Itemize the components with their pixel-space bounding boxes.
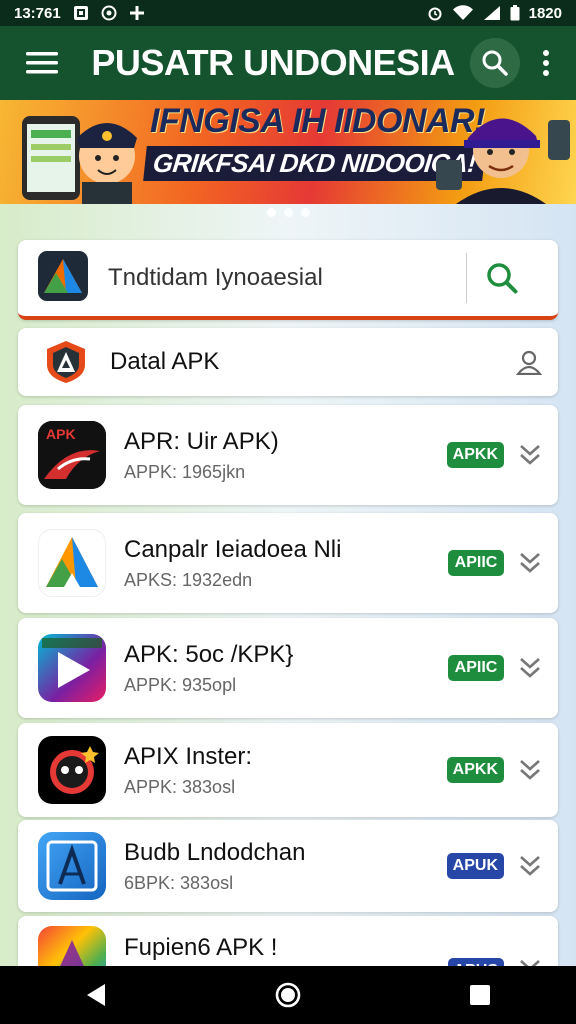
banner-pager [0, 208, 576, 217]
app-title: PUSATR UNDONESIA [91, 42, 455, 83]
home-circle-icon [275, 982, 301, 1008]
app-list-item[interactable]: APIX Inster: APPK: 383osl APKK [18, 723, 558, 817]
search-icon [487, 263, 518, 294]
apk-badge: APKK [446, 442, 504, 468]
search-submit-button[interactable] [467, 243, 537, 313]
home-button[interactable] [258, 970, 318, 1020]
signal-icon [483, 5, 501, 21]
download-button[interactable] [510, 648, 550, 688]
download-icon [520, 445, 540, 465]
robot-face-icon [38, 736, 106, 804]
apk-badge: APIIC [448, 655, 504, 681]
app-logo-icon [38, 250, 88, 306]
pager-dot[interactable] [300, 208, 310, 217]
more-options-button[interactable] [526, 35, 566, 91]
wifi-icon [452, 5, 474, 21]
toolbar-search-button[interactable] [470, 38, 520, 88]
download-button[interactable] [510, 846, 550, 886]
app-list-item[interactable]: APK: 5oc /KPK} APPK: 935opl APIIC [18, 618, 558, 718]
download-button[interactable] [510, 750, 550, 790]
app-name: APIX Inster: [124, 742, 253, 770]
gradient-a-icon [38, 529, 106, 597]
download-icon [520, 760, 540, 780]
user-icon[interactable] [514, 347, 544, 377]
search-icon [482, 50, 508, 76]
app-name: Fupien6 APK ! [124, 934, 278, 961]
app-name: Budb Lndodchan [124, 838, 306, 866]
search-bar [18, 240, 558, 320]
app-list-item[interactable]: APK APR: Uir APK) APPK: 1965jkn APKK [18, 405, 558, 505]
system-nav-bar [0, 966, 576, 1024]
app-size: APKS: 1932edn [124, 569, 253, 590]
data-apk-title: Datal APK [110, 348, 220, 375]
phone-character-illustration [22, 116, 137, 204]
apk-mask-icon: APK [38, 421, 106, 489]
pager-dot[interactable] [283, 208, 293, 217]
status-time: 13:761 [14, 4, 61, 22]
download-button[interactable] [510, 543, 550, 583]
more-vert-icon [543, 50, 549, 76]
promo-banner[interactable]: IFNGISA IH IIDONAR! GRIKFSAI DKD NIDOOIC… [0, 100, 576, 204]
app-size: APPK: 1965jkn [124, 461, 246, 482]
app-list-item[interactable]: Canpalr Ieiadoea Nli APKS: 1932edn APIIC [18, 513, 558, 613]
status-bar: 13:761 1820 [0, 0, 576, 26]
app-list-item[interactable]: Budb Lndodchan 6BPK: 383osl APUK [18, 820, 558, 912]
plus-icon [129, 5, 145, 21]
battery-level: 1820 [528, 4, 562, 22]
photo-icon [73, 5, 89, 21]
apk-badge: APUK [446, 853, 504, 879]
person-illustration [436, 118, 570, 204]
recents-button[interactable] [450, 970, 510, 1020]
svg-text:APK: APK [46, 426, 76, 442]
app-name: APK: 5oc /KPK} [124, 640, 294, 668]
app-name: Canpalr Ieiadoea Nli [124, 535, 342, 563]
back-triangle-icon [87, 984, 105, 1006]
record-icon [101, 5, 117, 21]
recents-square-icon [470, 985, 490, 1005]
app-bar: PUSATR UNDONESIA [0, 26, 576, 100]
alarm-icon [427, 5, 443, 21]
menu-button[interactable] [14, 35, 70, 91]
download-icon [520, 658, 540, 678]
download-button[interactable] [510, 435, 550, 475]
app-name: APR: Uir APK) [124, 427, 279, 455]
app-size: APPK: 383osl [124, 776, 236, 797]
app-size: APPK: 935opl [124, 674, 237, 695]
data-apk-card[interactable]: Datal APK [18, 328, 558, 396]
apk-badge: APIIC [448, 550, 504, 576]
download-icon [520, 856, 540, 876]
blue-a-icon [38, 832, 106, 900]
download-icon [520, 553, 540, 573]
app-size: 6BPK: 383osl [124, 872, 234, 893]
back-button[interactable] [66, 970, 126, 1020]
hamburger-icon [26, 52, 58, 74]
battery-icon [510, 5, 520, 21]
apk-badge: APKK [446, 757, 504, 783]
pager-dot[interactable] [266, 208, 276, 217]
play-triangle-icon [38, 634, 106, 702]
search-input[interactable] [108, 264, 458, 292]
shield-a-icon [47, 341, 85, 383]
